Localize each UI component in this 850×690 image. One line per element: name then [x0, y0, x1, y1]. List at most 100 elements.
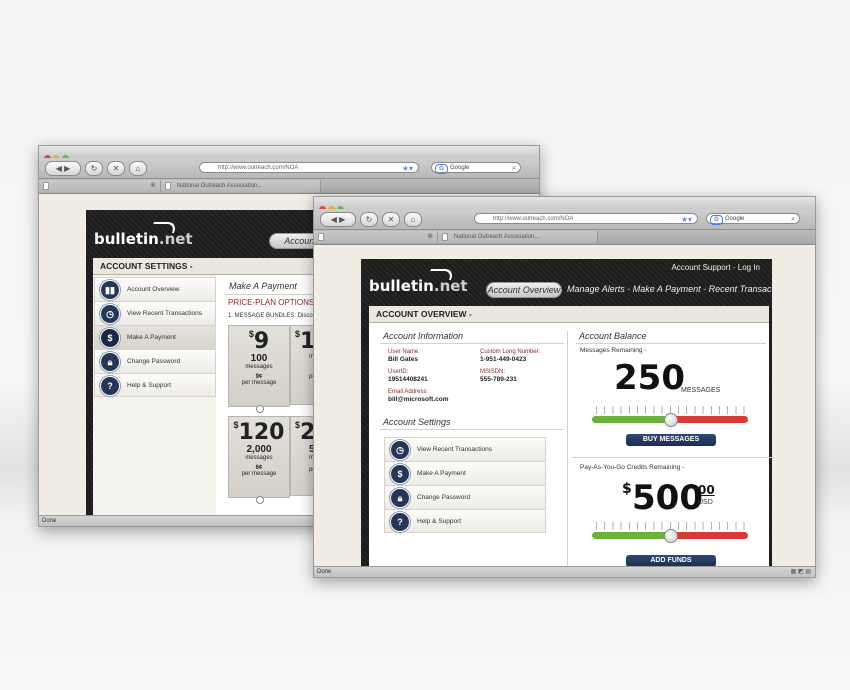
front-page: bulletin.net Account Support - Log In Ac… — [314, 245, 815, 567]
buy-messages-button[interactable]: BUY MESSAGES — [626, 434, 716, 446]
messages-remaining-label: Messages Remaining - — [580, 347, 647, 354]
messages-remaining-value: 250 — [614, 358, 685, 398]
divider — [572, 457, 772, 458]
credits-value: 500 — [632, 478, 703, 518]
price-card[interactable]: $120 2,000 messages 6¢ per message — [228, 416, 290, 498]
tab-label: National Outreach Association... — [454, 234, 540, 240]
long-number-value: 1-951-449-0423 — [480, 356, 527, 363]
back-forward-button[interactable]: ◀ ▶ — [320, 212, 356, 227]
url-input[interactable]: http://www.outreach.com/NOA ★▾ — [474, 213, 698, 224]
email-label: Email Address: — [388, 389, 429, 395]
divider — [380, 343, 564, 344]
signal-logo-icon — [149, 222, 179, 233]
browser-toolbar: ◀ ▶ ↻ ✕ ⌂ http://www.outreach.com/NOA ★▾ … — [314, 209, 815, 230]
clock-icon: ◷ — [100, 304, 120, 324]
menu-item-account-overview[interactable]: ▮▮ Account Overview — [94, 277, 216, 301]
payment-title: Make A Payment — [229, 281, 297, 291]
nav-recent-transactions[interactable]: Recent Transactions — [709, 284, 791, 294]
username-value: Bill Gates — [388, 356, 418, 363]
plan-radio[interactable] — [256, 496, 264, 504]
document-icon — [318, 233, 324, 241]
reload-button[interactable]: ↻ — [360, 212, 378, 227]
tab-outreach[interactable]: National Outreach Association... — [438, 231, 598, 243]
userid-value: 19514408241 — [388, 376, 428, 383]
plan-radio[interactable] — [256, 405, 264, 413]
menu-item-make-payment[interactable]: $ Make A Payment — [384, 461, 546, 485]
magnifier-icon[interactable]: ⌕ — [791, 214, 795, 225]
home-button[interactable]: ⌂ — [129, 161, 147, 176]
tab-outreach[interactable]: National Outreach Association... — [161, 180, 321, 192]
close-tab-icon[interactable]: ⊗ — [427, 231, 433, 243]
credits-remaining-label: Pay-As-You-Go Credits Remaining - — [580, 464, 685, 471]
nav-make-payment[interactable]: Make A Payment — [633, 284, 701, 294]
price-plan-heading: PRICE-PLAN OPTIONS (y — [228, 298, 321, 307]
url-text: http://www.outreach.com/NOA — [493, 216, 574, 222]
tab-bar: ⊗ National Outreach Association... — [314, 230, 815, 245]
url-text: http://www.outreach.com/NOA — [218, 165, 299, 171]
messages-level-knob[interactable] — [664, 413, 678, 427]
top-links: Account Support - Log In — [671, 263, 760, 272]
signal-logo-icon — [426, 269, 456, 280]
home-button[interactable]: ⌂ — [404, 212, 422, 227]
long-number-label: Custom Long Number: — [480, 349, 541, 355]
credits-cents: 00 — [698, 483, 715, 497]
lock-icon: 🔒︎ — [390, 488, 410, 508]
main-nav: Manage Alerts - Make A Payment - Recent … — [567, 284, 791, 294]
dollar-icon: $ — [390, 464, 410, 484]
tab-label: National Outreach Association... — [177, 183, 263, 189]
stop-button[interactable]: ✕ — [382, 212, 400, 227]
browser-toolbar: ◀ ▶ ↻ ✕ ⌂ http://www.outreach.com/NOA ★▾ … — [39, 158, 539, 179]
site-header: bulletin.net Account Ove — [86, 210, 350, 260]
tab-blank[interactable]: ⊗ — [314, 231, 438, 243]
msisdn-value: 555-789-231 — [480, 376, 517, 383]
bookmark-star-icon[interactable]: ★▾ — [402, 163, 413, 174]
magnifier-icon[interactable]: ⌕ — [512, 163, 516, 174]
tab-blank[interactable]: ⊗ — [39, 180, 161, 192]
bookmark-star-icon[interactable]: ★▾ — [681, 214, 692, 225]
bundles-label: 1. MESSAGE BUNDLES: Disco — [228, 313, 313, 319]
menu-item-recent-transactions[interactable]: ◷ View Recent Transactions — [94, 301, 216, 325]
menu-item-change-password[interactable]: 🔒︎ Change Password — [94, 349, 216, 373]
email-value: bill@microsoft.com — [388, 396, 449, 403]
divider — [380, 429, 564, 430]
price-card[interactable]: $9 100 messages 9¢ per message — [228, 325, 290, 407]
clock-icon: ◷ — [390, 440, 410, 460]
msisdn-label: MSISDN: — [480, 369, 506, 375]
google-icon: G — [710, 215, 723, 225]
tab-bar: ⊗ National Outreach Association... — [39, 179, 539, 194]
titlebar — [39, 146, 539, 162]
section-title: ACCOUNT OVERVIEW - — [369, 306, 769, 323]
google-icon: G — [435, 164, 448, 174]
front-browser-window: ◀ ▶ ↻ ✕ ⌂ http://www.outreach.com/NOA ★▾ … — [313, 196, 816, 578]
credits-unit: USD — [698, 499, 713, 506]
nav-account-overview[interactable]: Account Overview — [487, 283, 561, 297]
menu-item-help[interactable]: ? Help & Support — [94, 373, 216, 397]
menu-item-help[interactable]: ? Help & Support — [384, 509, 546, 533]
search-input[interactable]: G Google ⌕ — [706, 213, 800, 225]
search-placeholder: Google — [725, 216, 745, 222]
reload-button[interactable]: ↻ — [85, 161, 103, 176]
username-label: User Name: — [388, 349, 421, 355]
question-icon: ? — [100, 376, 120, 396]
account-info-heading: Account Information — [383, 331, 464, 341]
login-link[interactable]: Log In — [738, 263, 760, 272]
credits-level-knob[interactable] — [664, 529, 678, 543]
section-title: ACCOUNT SETTINGS - — [93, 258, 333, 275]
chart-icon: ▮▮ — [100, 280, 120, 300]
close-tab-icon[interactable]: ⊗ — [150, 180, 156, 192]
menu-item-recent-transactions[interactable]: ◷ View Recent Transactions — [384, 437, 546, 461]
url-input[interactable]: http://www.outreach.com/NOA ★▾ — [199, 162, 419, 173]
account-settings-heading: Account Settings — [383, 417, 451, 427]
bulletin-logo: bulletin.net — [369, 277, 468, 295]
search-input[interactable]: G Google ⌕ — [431, 162, 521, 174]
nav-manage-alerts[interactable]: Manage Alerts — [567, 284, 625, 294]
add-funds-label: ADD FUNDS — [650, 557, 692, 564]
menu-item-change-password[interactable]: 🔒︎ Change Password — [384, 485, 546, 509]
stop-button[interactable]: ✕ — [107, 161, 125, 176]
menu-item-make-payment[interactable]: $ Make A Payment — [94, 325, 216, 349]
account-support-link[interactable]: Account Support — [671, 263, 730, 272]
settings-menu: ◷ View Recent Transactions $ Make A Paymen… — [384, 437, 546, 533]
bulletin-logo: bulletin.net — [94, 230, 193, 248]
site-header: bulletin.net Account Support - Log In Ac… — [361, 259, 791, 311]
back-forward-button[interactable]: ◀ ▶ — [45, 161, 81, 176]
